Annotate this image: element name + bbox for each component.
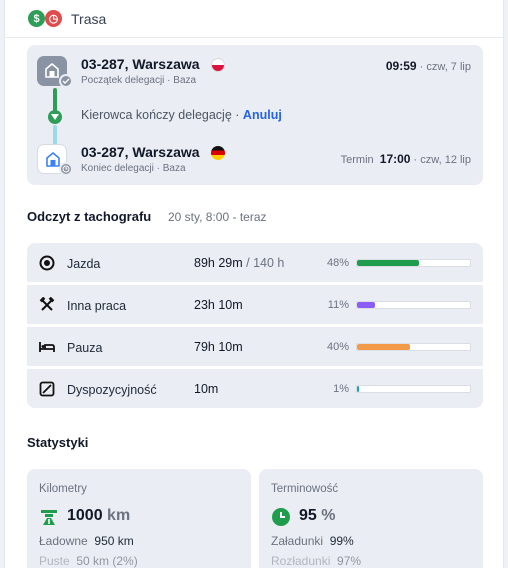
route-line-pending bbox=[53, 125, 57, 145]
cancel-link[interactable]: Anuluj bbox=[243, 108, 282, 122]
timeliness-unit: % bbox=[321, 507, 336, 524]
delegation-status-text: Kierowca kończy delegację bbox=[81, 108, 232, 122]
empty-km-value: 50 km (2%) bbox=[76, 554, 138, 568]
tacho-label: Inna praca bbox=[67, 299, 127, 313]
kilometers-card: Kilometry 1000 km Ładowne 950 km Puste 5… bbox=[27, 469, 251, 568]
tacho-label: Pauza bbox=[67, 341, 103, 355]
tacho-progress-fill bbox=[357, 386, 360, 392]
tacho-row-rest: Pauza 79h 10m 40% bbox=[27, 327, 483, 366]
road-icon bbox=[41, 510, 57, 525]
tacho-percent: 40% bbox=[326, 341, 349, 353]
start-date: · czw, 7 lip bbox=[419, 61, 471, 73]
tachograph-table: Jazda 89h 29m / 140 h 48% Inna praca 23h… bbox=[27, 243, 483, 409]
loaded-km-value: 950 km bbox=[94, 534, 134, 548]
tacho-duration: 89h 29m bbox=[194, 256, 243, 270]
tacho-duration: 23h 10m bbox=[194, 298, 243, 312]
tacho-progress-fill bbox=[357, 302, 376, 308]
panel-header: $ ◷ Trasa bbox=[5, 0, 503, 38]
tachograph-range: 20 sty, 8:00 - teraz bbox=[168, 210, 267, 224]
timeliness-title: Terminowość bbox=[271, 483, 339, 495]
loaded-km: Ładowne 950 km bbox=[39, 534, 134, 548]
payment-status-icon: $ bbox=[28, 10, 45, 27]
availability-icon bbox=[39, 381, 55, 397]
unloadings-value: 97% bbox=[337, 554, 362, 568]
tacho-value: 23h 10m bbox=[194, 298, 243, 312]
tacho-row-other-work: Inna praca 23h 10m 11% bbox=[27, 285, 483, 324]
tacho-row-driving: Jazda 89h 29m / 140 h 48% bbox=[27, 243, 483, 282]
poland-flag-icon bbox=[211, 58, 225, 72]
kilometers-title: Kilometry bbox=[39, 483, 87, 495]
tacho-progress-fill bbox=[357, 260, 420, 266]
empty-km: Puste 50 km (2%) bbox=[39, 554, 138, 568]
driving-icon bbox=[39, 255, 55, 271]
timeliness-value: 95 % bbox=[299, 507, 335, 525]
rest-icon bbox=[39, 342, 55, 352]
end-subtitle: Koniec delegacji · Baza bbox=[81, 163, 186, 174]
unloadings-label: Rozładunki bbox=[271, 554, 331, 568]
germany-flag-icon bbox=[211, 146, 225, 160]
tacho-percent: 48% bbox=[326, 257, 349, 269]
other-work-icon bbox=[39, 297, 55, 311]
clock-icon bbox=[59, 162, 73, 176]
tachograph-title: Odczyt z tachografu bbox=[27, 209, 152, 224]
start-hour: 09:59 bbox=[385, 59, 417, 73]
kilometers-number: 1000 bbox=[67, 507, 103, 524]
timeliness-number: 95 bbox=[299, 507, 317, 524]
tacho-row-availability: Dyspozycyjność 10m 1% bbox=[27, 369, 483, 408]
start-city: 03-287, Warszawa bbox=[81, 56, 200, 72]
loadings-value: 99% bbox=[329, 534, 354, 548]
end-city: 03-287, Warszawa bbox=[81, 144, 200, 160]
term-label: Termin bbox=[340, 154, 374, 166]
kilometers-unit: km bbox=[107, 507, 131, 524]
tacho-label: Dyspozycyjność bbox=[67, 383, 157, 397]
route-panel: $ ◷ Trasa 03-287, Warszawa Początek dele… bbox=[4, 0, 504, 568]
tacho-value: 10m bbox=[194, 382, 218, 396]
time-status-icon: ◷ bbox=[45, 10, 62, 27]
delegation-status: Kierowca kończy delegację · Anuluj bbox=[81, 108, 282, 122]
timeliness-card: Terminowość 95 % Załadunki 99% Rozładunk… bbox=[259, 469, 483, 568]
tacho-percent: 11% bbox=[327, 299, 349, 311]
tacho-duration: 10m bbox=[194, 382, 219, 396]
loadings-rate: Załadunki 99% bbox=[271, 534, 354, 548]
unloadings-rate: Rozładunki 97% bbox=[271, 554, 361, 568]
start-time: 09:59 · czw, 7 lip bbox=[386, 59, 471, 73]
tacho-progress-fill bbox=[357, 344, 411, 350]
end-hour: 17:00 bbox=[379, 152, 411, 166]
tacho-progress-bar bbox=[356, 301, 471, 309]
loadings-label: Załadunki bbox=[271, 534, 324, 548]
tacho-value: 79h 10m bbox=[194, 340, 243, 354]
tacho-limit: / 140 h bbox=[246, 256, 285, 270]
route-card: 03-287, Warszawa Początek delegacji · Ba… bbox=[27, 45, 483, 185]
current-step-icon bbox=[48, 110, 62, 124]
loaded-km-label: Ładowne bbox=[39, 534, 88, 548]
end-date: · czw, 12 lip bbox=[413, 154, 471, 166]
tacho-progress-bar bbox=[356, 385, 471, 393]
kilometers-value: 1000 km bbox=[67, 507, 130, 525]
empty-km-label: Puste bbox=[39, 554, 70, 568]
stats-title: Statystyki bbox=[27, 435, 89, 450]
clock-check-icon bbox=[59, 74, 73, 88]
tacho-label: Jazda bbox=[67, 257, 101, 271]
clock-icon bbox=[272, 508, 290, 526]
tacho-progress-bar bbox=[356, 259, 471, 267]
end-time: Termin 17:00 · czw, 12 lip bbox=[341, 152, 471, 166]
delegation-separator: · bbox=[235, 108, 240, 122]
panel-title: Trasa bbox=[71, 11, 107, 27]
tacho-duration: 79h 10m bbox=[194, 340, 243, 354]
start-subtitle: Początek delegacji · Baza bbox=[81, 75, 197, 86]
tacho-value: 89h 29m / 140 h bbox=[194, 256, 284, 270]
tacho-progress-bar bbox=[356, 343, 471, 351]
tacho-percent: 1% bbox=[333, 383, 349, 395]
